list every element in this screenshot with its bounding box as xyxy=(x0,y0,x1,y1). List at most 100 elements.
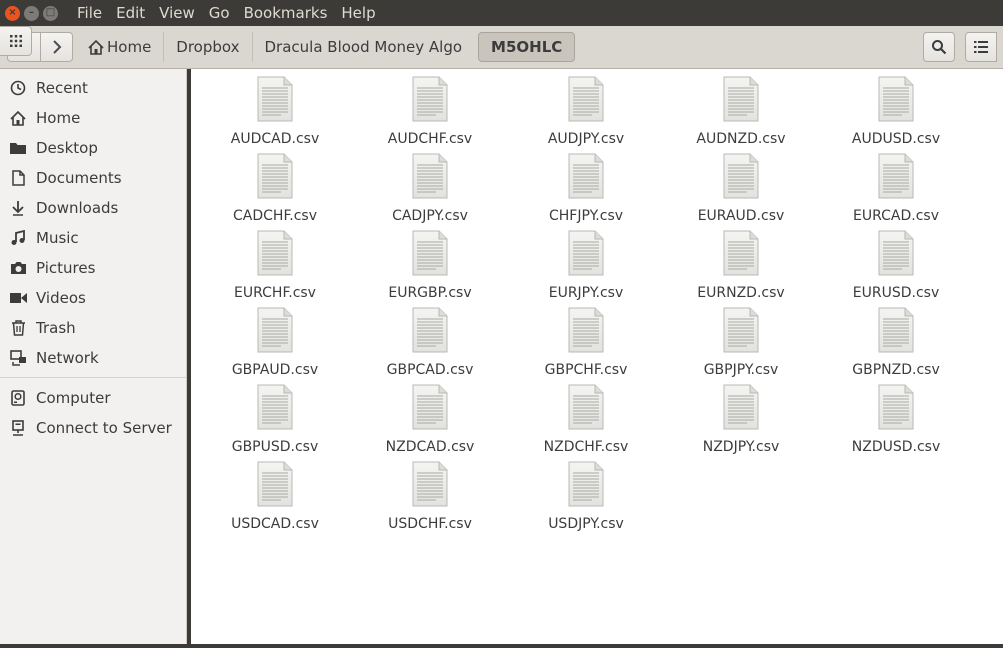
file-name: AUDJPY.csv xyxy=(547,131,625,147)
text-file-icon xyxy=(723,69,759,126)
file-item[interactable]: EURNZD.csv xyxy=(671,223,811,301)
file-item[interactable]: NZDUSD.csv xyxy=(826,377,966,455)
breadcrumb-dracula-blood-money-algo[interactable]: Dracula Blood Money Algo xyxy=(253,32,475,62)
file-item[interactable]: GBPUSD.csv xyxy=(205,377,345,455)
search-button[interactable] xyxy=(923,32,955,62)
file-item[interactable]: NZDCAD.csv xyxy=(360,377,500,455)
file-item[interactable]: EURGBP.csv xyxy=(360,223,500,301)
grid-view-button[interactable] xyxy=(0,26,32,56)
file-name: GBPJPY.csv xyxy=(703,362,779,378)
drive-icon xyxy=(9,389,27,407)
breadcrumb-m5ohlc[interactable]: M5OHLC xyxy=(478,32,576,62)
file-item[interactable]: EURJPY.csv xyxy=(516,223,656,301)
sidebar-item-home[interactable]: Home xyxy=(0,103,186,133)
sidebar-item-label: Documents xyxy=(36,169,122,187)
file-name: NZDCHF.csv xyxy=(543,439,629,455)
sidebar-item-documents[interactable]: Documents xyxy=(0,163,186,193)
forward-button[interactable] xyxy=(40,33,72,61)
text-file-icon xyxy=(412,300,448,357)
file-name: CADCHF.csv xyxy=(233,208,317,224)
file-item[interactable]: GBPAUD.csv xyxy=(205,300,345,378)
sidebar-item-videos[interactable]: Videos xyxy=(0,283,186,313)
sidebar-item-desktop[interactable]: Desktop xyxy=(0,133,186,163)
file-item[interactable]: USDJPY.csv xyxy=(516,454,656,532)
file-item[interactable]: EURAUD.csv xyxy=(671,146,811,224)
breadcrumb-dropbox[interactable]: Dropbox xyxy=(164,32,253,62)
file-name: NZDUSD.csv xyxy=(851,439,941,455)
file-item[interactable]: AUDNZD.csv xyxy=(671,69,811,147)
sidebar-item-recent[interactable]: Recent xyxy=(0,73,186,103)
window-bottom-edge xyxy=(0,644,1003,648)
menu-go[interactable]: Go xyxy=(209,4,230,22)
file-item[interactable]: AUDCHF.csv xyxy=(360,69,500,147)
breadcrumb-home[interactable]: Home xyxy=(82,32,165,62)
file-item[interactable]: CHFJPY.csv xyxy=(516,146,656,224)
toolbar: Home Dropbox Dracula Blood Money Algo M5… xyxy=(0,26,1003,69)
file-item[interactable]: NZDCHF.csv xyxy=(516,377,656,455)
file-item[interactable]: GBPJPY.csv xyxy=(671,300,811,378)
file-view[interactable]: AUDCAD.csv AUDCHF.csv AUDJPY.csv AUDNZD.csv… xyxy=(191,69,1003,644)
home-icon xyxy=(88,39,104,55)
minimize-window-button[interactable]: – xyxy=(24,5,39,21)
file-item[interactable]: CADCHF.csv xyxy=(205,146,345,224)
file-item[interactable]: EURCAD.csv xyxy=(826,146,966,224)
home-icon xyxy=(9,109,27,127)
file-item[interactable]: AUDJPY.csv xyxy=(516,69,656,147)
text-file-icon xyxy=(878,300,914,357)
file-item[interactable]: EURCHF.csv xyxy=(205,223,345,301)
file-name: AUDNZD.csv xyxy=(696,131,786,147)
file-name: GBPAUD.csv xyxy=(231,362,319,378)
video-icon xyxy=(9,289,27,307)
file-item[interactable]: USDCHF.csv xyxy=(360,454,500,532)
list-view-button[interactable] xyxy=(965,32,997,62)
sidebar-item-network[interactable]: Network xyxy=(0,343,186,373)
sidebar-item-music[interactable]: Music xyxy=(0,223,186,253)
close-window-button[interactable]: × xyxy=(5,5,20,21)
grid-view-icon xyxy=(9,35,22,47)
document-icon xyxy=(9,169,27,187)
file-item[interactable]: GBPNZD.csv xyxy=(826,300,966,378)
menu-edit[interactable]: Edit xyxy=(116,4,145,22)
file-name: CHFJPY.csv xyxy=(548,208,624,224)
file-item[interactable]: AUDUSD.csv xyxy=(826,69,966,147)
file-name: EURUSD.csv xyxy=(852,285,940,301)
sidebar-item-pictures[interactable]: Pictures xyxy=(0,253,186,283)
text-file-icon xyxy=(723,377,759,434)
file-name: NZDCAD.csv xyxy=(385,439,475,455)
file-name: USDCHF.csv xyxy=(388,516,472,532)
text-file-icon xyxy=(257,69,293,126)
file-name: EURNZD.csv xyxy=(697,285,785,301)
text-file-icon xyxy=(878,377,914,434)
menu-help[interactable]: Help xyxy=(341,4,375,22)
file-name: AUDCAD.csv xyxy=(230,131,320,147)
sidebar-item-computer[interactable]: Computer xyxy=(0,383,186,413)
menu-view[interactable]: View xyxy=(159,4,195,22)
maximize-window-button[interactable]: □ xyxy=(43,5,58,21)
sidebar-item-label: Computer xyxy=(36,389,111,407)
sidebar-item-downloads[interactable]: Downloads xyxy=(0,193,186,223)
file-item[interactable]: CADJPY.csv xyxy=(360,146,500,224)
sidebar-item-label: Connect to Server xyxy=(36,419,172,437)
file-item[interactable]: EURUSD.csv xyxy=(826,223,966,301)
server-icon xyxy=(9,419,27,437)
music-icon xyxy=(9,229,27,247)
text-file-icon xyxy=(723,146,759,203)
sidebar-item-label: Network xyxy=(36,349,99,367)
file-item[interactable]: NZDJPY.csv xyxy=(671,377,811,455)
text-file-icon xyxy=(568,454,604,511)
text-file-icon xyxy=(723,300,759,357)
text-file-icon xyxy=(568,377,604,434)
menu-file[interactable]: File xyxy=(77,4,102,22)
sidebar-item-label: Trash xyxy=(36,319,76,337)
text-file-icon xyxy=(878,146,914,203)
menu-bookmarks[interactable]: Bookmarks xyxy=(244,4,328,22)
file-name: EURCHF.csv xyxy=(234,285,316,301)
file-item[interactable]: USDCAD.csv xyxy=(205,454,345,532)
sidebar-item-trash[interactable]: Trash xyxy=(0,313,186,343)
sidebar-item-connect-to-server[interactable]: Connect to Server xyxy=(0,413,186,443)
file-item[interactable]: GBPCAD.csv xyxy=(360,300,500,378)
file-item[interactable]: AUDCAD.csv xyxy=(205,69,345,147)
camera-icon xyxy=(9,259,27,277)
file-item[interactable]: GBPCHF.csv xyxy=(516,300,656,378)
sidebar-item-label: Downloads xyxy=(36,199,119,217)
